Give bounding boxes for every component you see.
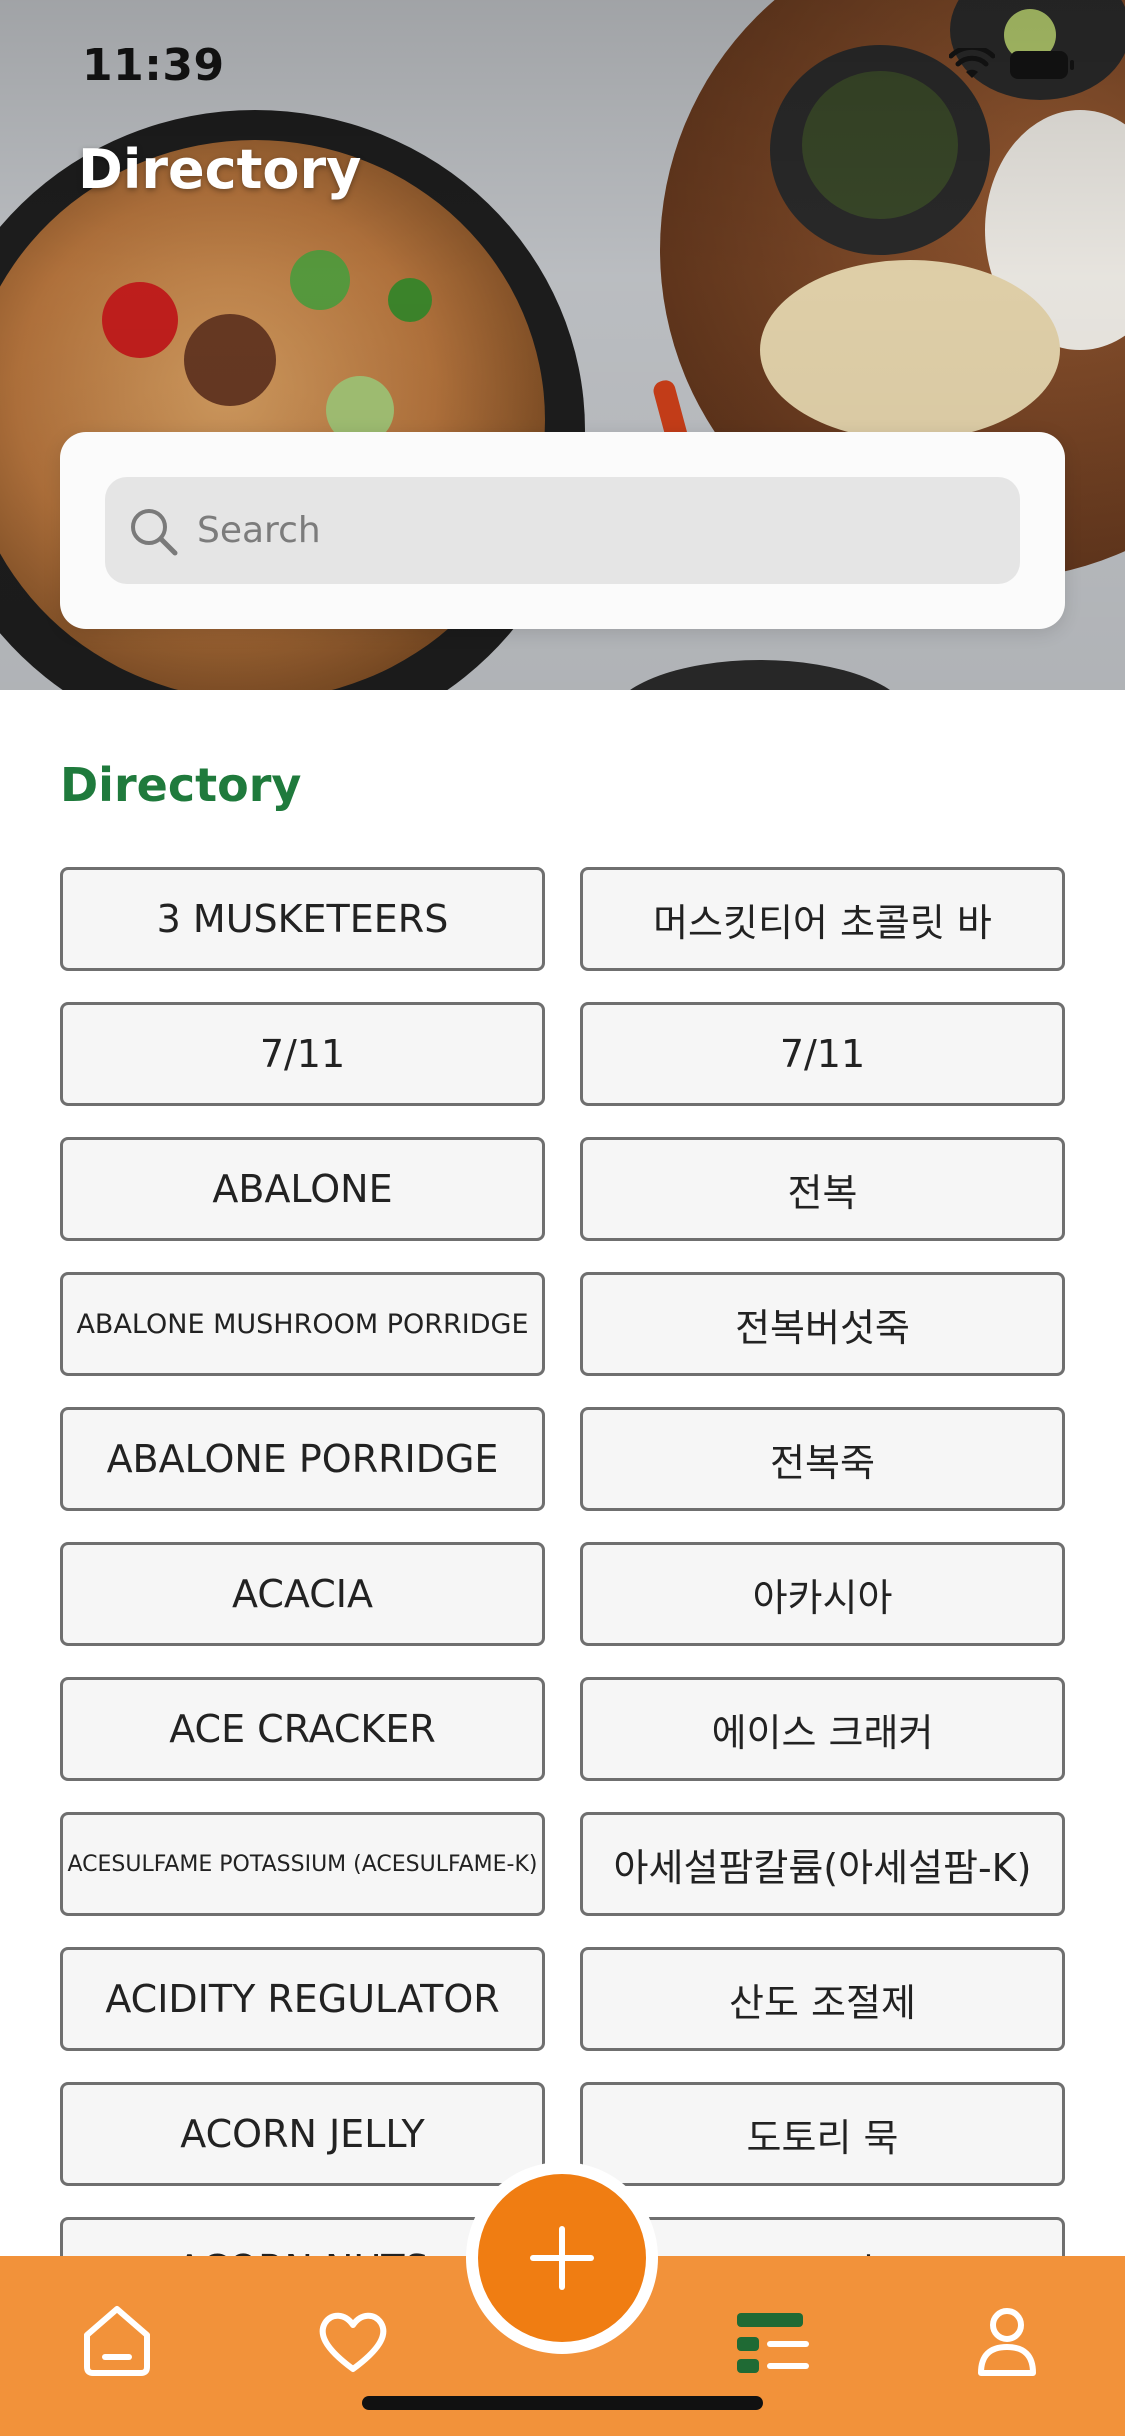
entry-english[interactable]: ABALONE bbox=[60, 1137, 545, 1241]
heart-icon bbox=[319, 2312, 387, 2372]
entry-korean[interactable]: 머스킷티어 초콜릿 바 bbox=[580, 867, 1065, 971]
entry-english[interactable]: ACORN JELLY bbox=[60, 2082, 545, 2186]
search-card bbox=[60, 432, 1065, 629]
directory-row: ACE CRACKER 에이스 크래커 bbox=[60, 1677, 1065, 1781]
entry-korean[interactable]: 전복버섯죽 bbox=[580, 1272, 1065, 1376]
directory-row: 3 MUSKETEERS 머스킷티어 초콜릿 바 bbox=[60, 867, 1065, 971]
entry-english[interactable]: ABALONE PORRIDGE bbox=[60, 1407, 545, 1511]
entry-english[interactable]: ACACIA bbox=[60, 1542, 545, 1646]
add-button-inner bbox=[478, 2174, 646, 2342]
home-indicator bbox=[362, 2396, 763, 2410]
entry-english[interactable]: 3 MUSKETEERS bbox=[60, 867, 545, 971]
entry-korean[interactable]: 전복 bbox=[580, 1137, 1065, 1241]
entry-english[interactable]: ACESULFAME POTASSIUM (ACESULFAME-K) bbox=[60, 1812, 545, 1916]
status-icons bbox=[949, 48, 1075, 82]
entry-korean[interactable]: 7/11 bbox=[580, 1002, 1065, 1106]
directory-row: ACESULFAME POTASSIUM (ACESULFAME-K) 아세설팜… bbox=[60, 1812, 1065, 1916]
nav-favorites[interactable] bbox=[308, 2296, 398, 2386]
entry-english[interactable]: ACIDITY REGULATOR bbox=[60, 1947, 545, 2051]
profile-icon bbox=[978, 2308, 1036, 2376]
wifi-icon bbox=[949, 48, 995, 78]
section-title: Directory bbox=[60, 758, 302, 812]
entry-english[interactable]: ACE CRACKER bbox=[60, 1677, 545, 1781]
entry-korean[interactable]: 아세설팜칼륨(아세설팜-K) bbox=[580, 1812, 1065, 1916]
nav-directory[interactable] bbox=[728, 2296, 818, 2386]
entry-korean[interactable]: 에이스 크래커 bbox=[580, 1677, 1065, 1781]
entry-english[interactable]: ABALONE MUSHROOM PORRIDGE bbox=[60, 1272, 545, 1376]
nav-home[interactable] bbox=[72, 2296, 162, 2386]
add-button[interactable] bbox=[466, 2162, 658, 2354]
page-title: Directory bbox=[78, 138, 362, 201]
directory-row: ACACIA 아카시아 bbox=[60, 1542, 1065, 1646]
directory-grid: 3 MUSKETEERS 머스킷티어 초콜릿 바 7/11 7/11 ABALO… bbox=[60, 867, 1065, 2352]
search-input[interactable] bbox=[195, 509, 979, 552]
entry-english[interactable]: 7/11 bbox=[60, 1002, 545, 1106]
plus-icon bbox=[530, 2226, 594, 2290]
directory-row: 7/11 7/11 bbox=[60, 1002, 1065, 1106]
home-icon bbox=[84, 2306, 150, 2376]
entry-korean[interactable]: 전복죽 bbox=[580, 1407, 1065, 1511]
entry-korean[interactable]: 도토리 묵 bbox=[580, 2082, 1065, 2186]
battery-icon bbox=[1010, 51, 1074, 79]
search-icon bbox=[131, 508, 178, 555]
search-box[interactable] bbox=[105, 477, 1020, 584]
nav-profile[interactable] bbox=[962, 2296, 1052, 2386]
entry-korean[interactable]: 아카시아 bbox=[580, 1542, 1065, 1646]
directory-row: ABALONE 전복 bbox=[60, 1137, 1065, 1241]
directory-row: ABALONE PORRIDGE 전복죽 bbox=[60, 1407, 1065, 1511]
directory-row: ABALONE MUSHROOM PORRIDGE 전복버섯죽 bbox=[60, 1272, 1065, 1376]
entry-korean[interactable]: 산도 조절제 bbox=[580, 1947, 1065, 2051]
status-time: 11:39 bbox=[82, 40, 225, 91]
directory-row: ACIDITY REGULATOR 산도 조절제 bbox=[60, 1947, 1065, 2051]
directory-icon bbox=[737, 2313, 809, 2373]
